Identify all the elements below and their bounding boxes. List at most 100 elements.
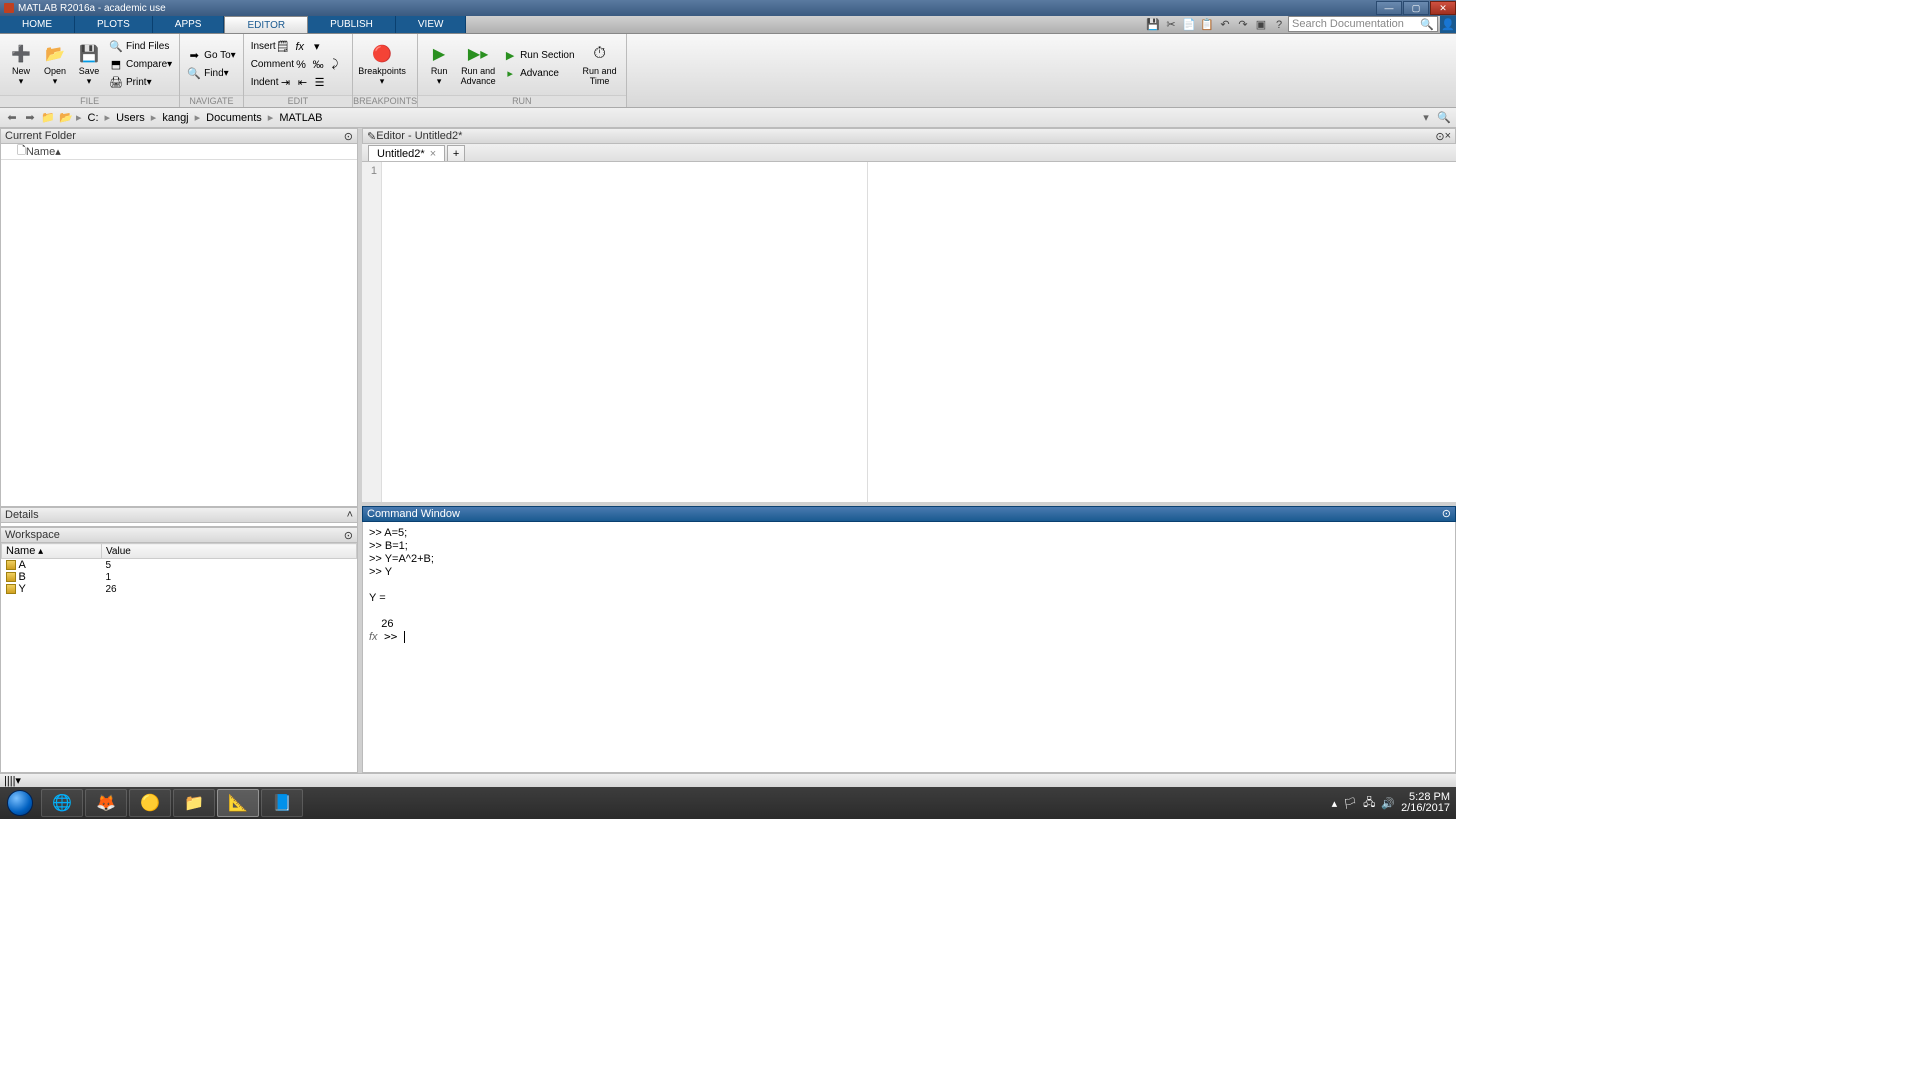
comment-button[interactable]: Comment % ‰ ⤸ [248,56,348,74]
print-button[interactable]: 🖨Print ▾ [106,74,175,92]
nav-up-button[interactable]: 📁 [40,110,56,126]
insert-button[interactable]: Insert 🗒 fx ▾ [248,38,348,56]
nav-search-button[interactable]: 🔍 [1436,110,1452,126]
breadcrumb[interactable]: kangj [158,112,192,124]
quick-cut-icon[interactable]: ✂ [1162,16,1180,33]
quick-save-icon[interactable]: 💾 [1144,16,1162,33]
toolgroup-breakpoints: 🔴Breakpoints▾ BREAKPOINTS [353,34,418,107]
goto-button[interactable]: ➡Go To ▾ [184,47,239,65]
run-section-button[interactable]: ▶Run Section [500,47,577,65]
editor-header[interactable]: ✎ Editor - Untitled2* ⊙ × [362,128,1456,144]
tab-home[interactable]: HOME [0,16,75,33]
breadcrumb[interactable]: MATLAB [275,112,326,124]
taskbar-explorer[interactable]: 📁 [173,789,215,817]
current-folder-header[interactable]: Current Folder ⊙ [0,128,358,144]
find-button[interactable]: 🔍Find ▾ [184,65,239,83]
minimize-button[interactable]: — [1376,1,1402,15]
tray-action-icon[interactable]: 🏳 [1343,797,1357,810]
window-title: MATLAB R2016a - academic use [18,3,1375,14]
close-tab-icon[interactable]: × [430,148,436,160]
workspace-row[interactable]: A5 [2,559,357,572]
taskbar-ie[interactable]: 🌐 [41,789,83,817]
tray-network-icon[interactable]: 🖧 [1363,794,1375,813]
maximize-button[interactable]: ▢ [1403,1,1429,15]
save-button[interactable]: 💾Save▾ [72,42,106,88]
panel-menu-icon[interactable]: ⊙ [344,529,353,542]
run-advance-button[interactable]: ▶▸Run and Advance [456,42,500,88]
taskbar-firefox[interactable]: 🦊 [85,789,127,817]
fx-icon[interactable]: fx [369,631,378,643]
nav-forward-button[interactable]: ➡ [22,110,38,126]
workspace-row[interactable]: Y26 [2,583,357,595]
new-button[interactable]: ➕New▾ [4,42,38,88]
toolstrip-tabs: HOME PLOTS APPS EDITOR PUBLISH VIEW 💾 ✂ … [0,16,1456,34]
tab-view[interactable]: VIEW [396,16,467,33]
workspace-col-value[interactable]: Value [102,544,357,559]
editor-code-area[interactable] [382,162,868,502]
taskbar-word[interactable]: 📘 [261,789,303,817]
toolstrip: ➕New▾ 📂Open▾ 💾Save▾ 🔍Find Files ⬒Compare… [0,34,1456,108]
run-button[interactable]: ▶Run▾ [422,42,456,88]
open-button[interactable]: 📂Open▾ [38,42,72,88]
tab-apps[interactable]: APPS [153,16,225,33]
nav-back-button[interactable]: ⬅ [4,110,20,126]
login-icon[interactable]: 👤 [1440,16,1456,33]
editor-pencil-icon: ✎ [367,130,376,143]
editor-body[interactable]: 1 [362,162,1456,502]
indent-button[interactable]: Indent ⇥ ⇤ ☰ [248,74,348,92]
run-icon: ▶ [429,44,449,64]
tray-up-icon[interactable]: ▴ [1332,797,1338,810]
details-header[interactable]: Details ˄ [0,507,358,523]
quick-redo-icon[interactable]: ↷ [1234,16,1252,33]
tab-publish[interactable]: PUBLISH [308,16,396,33]
command-window-title: Command Window [367,508,460,520]
find-files-button[interactable]: 🔍Find Files [106,38,175,56]
variable-icon [6,572,16,582]
panel-collapse-icon[interactable]: ˄ [347,509,353,521]
nav-browse-button[interactable]: 📂 [58,110,74,126]
breadcrumb[interactable]: Documents [202,112,266,124]
editor-file-tab[interactable]: Untitled2* × [368,145,445,161]
panel-menu-icon[interactable]: ⊙ [344,130,353,143]
search-documentation-input[interactable]: Search Documentation 🔍 [1288,16,1438,32]
quick-paste-icon[interactable]: 📋 [1198,16,1216,33]
tab-editor[interactable]: EDITOR [224,16,308,33]
new-tab-button[interactable]: + [447,145,465,161]
insert-fx-icon: fx [293,41,307,53]
tray-clock[interactable]: 5:28 PM 2/16/2017 [1401,792,1450,814]
quick-layout-icon[interactable]: ▣ [1252,16,1270,33]
breakpoints-button[interactable]: 🔴Breakpoints▾ [357,42,407,88]
breadcrumb[interactable]: Users [112,112,149,124]
system-tray[interactable]: ▴ 🏳 🖧 🔊 5:28 PM 2/16/2017 [1332,792,1456,814]
panel-menu-icon[interactable]: ⊙ [1435,130,1444,143]
command-window-body[interactable]: >> A=5; >> B=1; >> Y=A^2+B; >> Y Y = 26 … [362,522,1456,773]
folder-icon: 🗋 [17,144,26,161]
workspace-col-name[interactable]: Name ▴ [2,544,102,559]
windows-orb-icon [7,790,33,816]
taskbar-matlab[interactable]: 📐 [217,789,259,817]
close-button[interactable]: ✕ [1430,1,1456,15]
toolgroup-navigate: ➡Go To ▾ 🔍Find ▾ NAVIGATE [180,34,244,107]
workspace-header[interactable]: Workspace ⊙ [0,527,358,543]
panel-close-icon[interactable]: × [1445,130,1451,142]
tray-volume-icon[interactable]: 🔊 [1381,797,1395,810]
breadcrumb[interactable]: C: [84,112,103,124]
compare-button[interactable]: ⬒Compare ▾ [106,56,175,74]
panel-menu-icon[interactable]: ⊙ [1442,507,1451,520]
goto-icon: ➡ [187,49,201,62]
quick-copy-icon[interactable]: 📄 [1180,16,1198,33]
workspace-title: Workspace [5,529,60,541]
nav-dropdown-button[interactable]: ▾ [1418,110,1434,126]
variable-icon [6,584,16,594]
tab-plots[interactable]: PLOTS [75,16,153,33]
taskbar-chrome[interactable]: 🟡 [129,789,171,817]
command-window-header[interactable]: Command Window ⊙ [362,506,1456,522]
current-folder-column-header[interactable]: 🗋 Name ▴ [1,144,357,160]
start-button[interactable] [0,787,40,819]
help-icon[interactable]: ? [1270,16,1288,33]
uncomment-icon: ‰ [311,59,325,71]
quick-undo-icon[interactable]: ↶ [1216,16,1234,33]
advance-button[interactable]: ▸Advance [500,65,577,83]
run-time-button[interactable]: ⏱Run and Time [578,42,622,88]
workspace-row[interactable]: B1 [2,571,357,583]
